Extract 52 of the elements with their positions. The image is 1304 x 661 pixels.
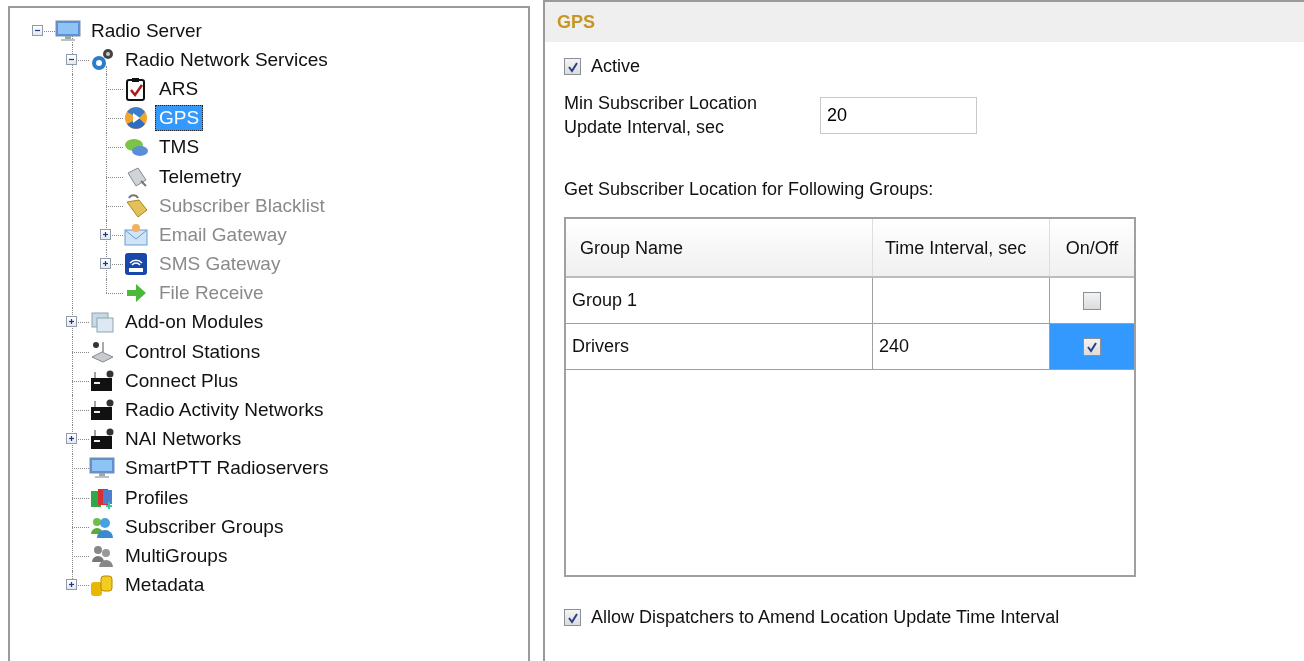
- interval-field[interactable]: 20: [820, 96, 977, 134]
- checkbox-label: Active: [591, 56, 641, 77]
- database-icon: [89, 573, 115, 598]
- checkmark-icon: [1086, 340, 1098, 353]
- tree-item[interactable]: Add-on Modules: [121, 309, 268, 336]
- checkmark-icon: [566, 611, 579, 624]
- active-checkbox[interactable]: [564, 58, 581, 75]
- tree-item[interactable]: NAI Networks: [121, 426, 246, 453]
- field-label: Min Subscriber Location Update Interval, sec: [564, 92, 759, 139]
- tree-item[interactable]: Metadata: [121, 572, 209, 599]
- section-title: GPS: [557, 11, 595, 33]
- monitor-icon: [89, 456, 115, 481]
- antenna-icon: [89, 339, 115, 364]
- column-header[interactable]: On/Off: [1050, 219, 1134, 276]
- tree-item[interactable]: Connect Plus: [121, 367, 242, 394]
- windows-icon: [89, 310, 115, 335]
- column-header[interactable]: Time Interval, sec: [873, 219, 1050, 276]
- tree-item[interactable]: Control Stations: [121, 338, 265, 365]
- tree-item[interactable]: Telemetry: [155, 163, 246, 190]
- globe-icon: [123, 106, 149, 131]
- padlock-icon: [123, 193, 149, 218]
- tree-item[interactable]: Profiles: [121, 484, 193, 511]
- expander-icon[interactable]: [66, 433, 77, 445]
- tree-item[interactable]: Radio Activity Networks: [121, 397, 328, 424]
- radio-icon: [89, 368, 115, 393]
- allow-checkbox[interactable]: [564, 609, 581, 626]
- checkmark-icon: [566, 60, 579, 73]
- people-icon: [89, 543, 115, 568]
- tree-item[interactable]: Radio Network Services: [121, 46, 332, 73]
- radio-icon: [89, 398, 115, 423]
- tree-item[interactable]: MultiGroups: [121, 542, 232, 569]
- groups-label: Get Subscriber Location for Following Groups:: [564, 179, 935, 200]
- checkbox-label: Allow Dispatchers to Amend Location Update Time Interval: [591, 607, 1060, 628]
- tree-item[interactable]: SmartPTT Radioservers: [121, 455, 333, 482]
- on-off-checkbox[interactable]: [1083, 291, 1101, 310]
- gears-icon: [89, 47, 115, 72]
- on-off-checkbox[interactable]: [1083, 337, 1101, 356]
- expander-icon[interactable]: [32, 24, 43, 36]
- tree-item[interactable]: TMS: [155, 134, 204, 161]
- column-header[interactable]: Group Name: [566, 219, 873, 276]
- table-cell: Group 1: [566, 278, 873, 323]
- sms-icon: [123, 252, 149, 277]
- table-cell: Drivers: [566, 324, 873, 369]
- expander-icon[interactable]: [66, 579, 77, 591]
- tree-item[interactable]: Radio Server: [87, 17, 206, 44]
- expander-icon[interactable]: [66, 53, 77, 65]
- expander-icon[interactable]: [66, 316, 77, 328]
- envelope-icon: [123, 222, 149, 247]
- tree-item[interactable]: ARS: [155, 75, 203, 102]
- monitor-icon: [55, 18, 81, 43]
- tree-item[interactable]: Subscriber Groups: [121, 513, 288, 540]
- radio-icon: [89, 427, 115, 452]
